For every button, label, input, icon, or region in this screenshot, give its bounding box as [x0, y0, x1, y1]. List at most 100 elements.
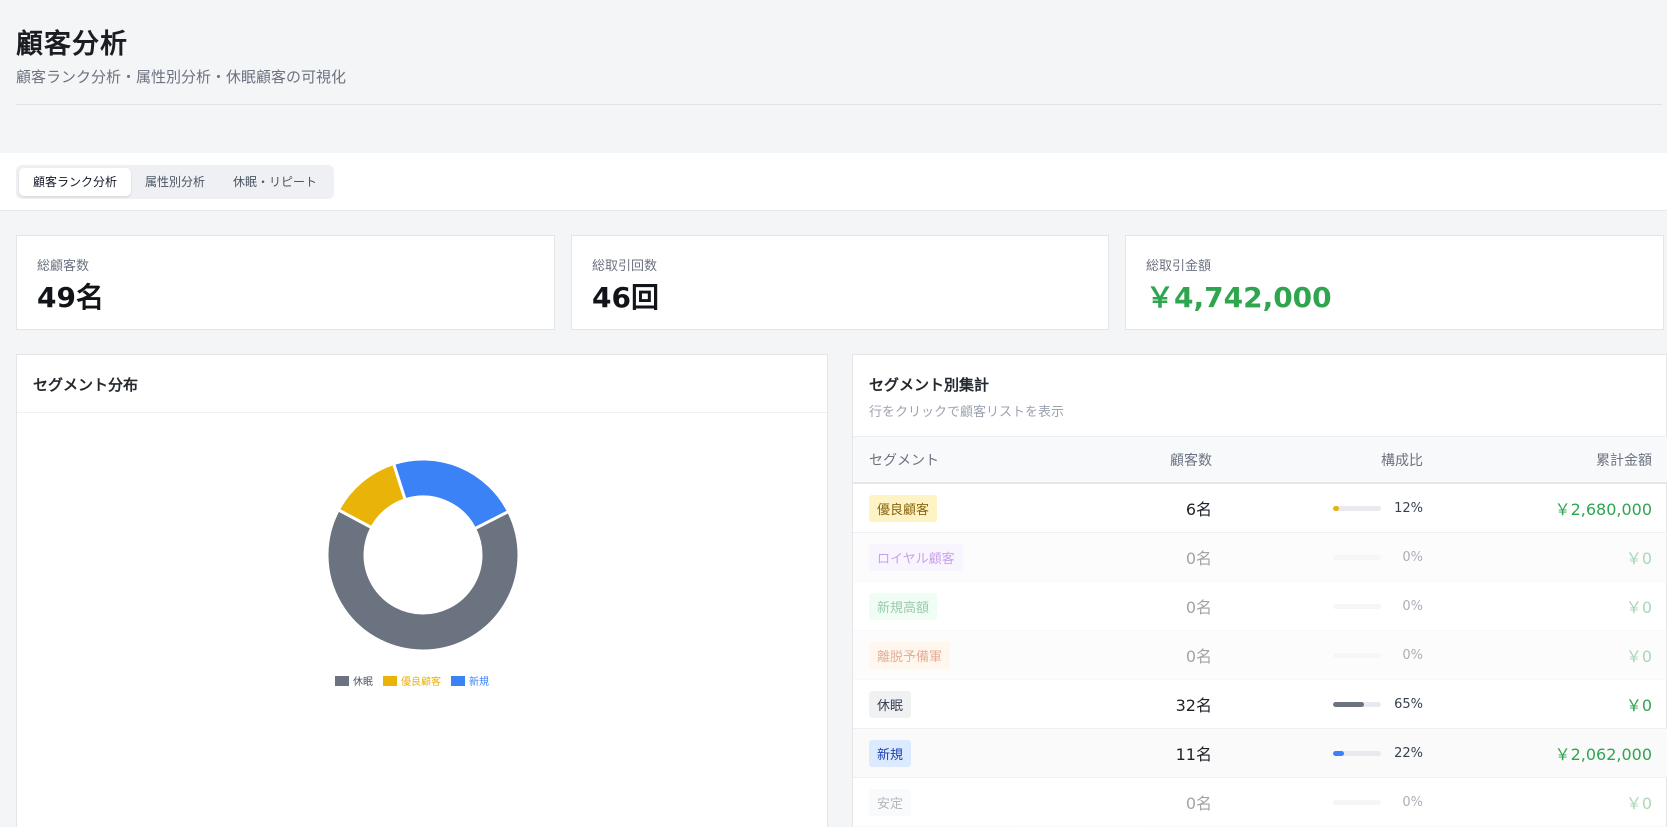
- stat-card-total-transactions: 総取引回数 46回: [571, 235, 1109, 330]
- segment-badge: 新規: [869, 739, 912, 767]
- ratio-bar-fill: [1333, 750, 1344, 756]
- ratio-bar: [1333, 603, 1381, 609]
- page-title: 顧客分析: [16, 29, 128, 60]
- cumulative-amount: ￥0: [1625, 696, 1652, 715]
- legend-item[interactable]: 優良顧客: [383, 673, 441, 688]
- donut-chart: [320, 452, 526, 658]
- cumulative-amount: ￥0: [1625, 549, 1652, 568]
- ratio-bar: [1333, 505, 1381, 511]
- ratio-cell: 0%: [1333, 533, 1423, 581]
- segment-badge: 新規高額: [869, 592, 938, 620]
- donut-chart-svg: [325, 457, 521, 653]
- table-body: 優良顧客 6名 12% ￥2,680,000 ロイヤル顧客 0名 0% ￥0 新規高額 0名 0% ￥…: [853, 484, 1667, 827]
- cumulative-amount: ￥2,062,000: [1554, 745, 1652, 764]
- donut-slice-2[interactable]: [391, 457, 511, 531]
- ratio-cell: 65%: [1333, 680, 1423, 728]
- legend-swatch: [335, 675, 349, 686]
- stat-value: 49名: [37, 281, 104, 314]
- page-header: 顧客分析 顧客ランク分析・属性別分析・休眠顧客の可視化: [16, 0, 1662, 105]
- ratio-bar: [1333, 652, 1381, 658]
- customer-count: 32名: [1175, 696, 1212, 715]
- ratio-bar-fill: [1333, 701, 1365, 707]
- segment-badge: 優良顧客: [869, 494, 938, 522]
- column-header-ratio: 構成比: [1381, 452, 1423, 469]
- legend-label: 新規: [469, 677, 489, 688]
- ratio-text: 65%: [1394, 696, 1423, 712]
- ratio-cell: 12%: [1333, 484, 1423, 532]
- tab-bar: 顧客ランク分析 属性別分析 休眠・リピート: [0, 153, 1667, 211]
- segment-table: セグメント 顧客数 構成比 累計金額 優良顧客 6名 12% ￥2,680,000 ロイ…: [853, 436, 1667, 827]
- cumulative-amount: ￥0: [1625, 794, 1652, 813]
- customer-count: 6名: [1185, 500, 1212, 519]
- segment-distribution-panel: セグメント分布 休眠 優良顧客 新規: [16, 354, 828, 827]
- panel-title: セグメント別集計: [869, 376, 990, 394]
- divider: [17, 412, 827, 413]
- customer-count: 11名: [1175, 745, 1212, 764]
- segment-badge: 安定: [869, 788, 912, 816]
- legend-item[interactable]: 新規: [451, 673, 489, 688]
- segment-cell: 離脱予備軍: [869, 631, 951, 679]
- customer-count: 0名: [1185, 647, 1212, 666]
- ratio-text: 0%: [1402, 598, 1423, 614]
- segment-badge: ロイヤル顧客: [869, 543, 963, 571]
- segment-badge: 休眠: [869, 690, 912, 718]
- column-header-amount: 累計金額: [1596, 452, 1652, 469]
- ratio-cell: 0%: [1333, 778, 1423, 826]
- segment-cell: 新規: [869, 729, 912, 777]
- segment-cell: 安定: [869, 778, 912, 826]
- ratio-cell: 0%: [1333, 631, 1423, 679]
- tab-dormant-repeat[interactable]: 休眠・リピート: [219, 168, 331, 196]
- ratio-cell: 22%: [1333, 729, 1423, 777]
- ratio-text: 22%: [1394, 745, 1423, 761]
- legend-label: 休眠: [353, 677, 373, 688]
- legend-item[interactable]: 休眠: [335, 673, 373, 688]
- column-header-segment: セグメント: [869, 452, 939, 469]
- segment-badge: 離脱予備軍: [869, 641, 951, 669]
- stat-value: ￥4,742,000: [1146, 281, 1332, 314]
- stat-label: 総顧客数: [37, 259, 90, 274]
- stat-label: 総取引回数: [592, 259, 658, 274]
- legend-label: 優良顧客: [401, 677, 441, 688]
- table-row[interactable]: 離脱予備軍 0名 0% ￥0: [853, 631, 1667, 680]
- customer-count: 0名: [1185, 598, 1212, 617]
- stat-card-total-amount: 総取引金額 ￥4,742,000: [1125, 235, 1664, 330]
- page-subtitle: 顧客ランク分析・属性別分析・休眠顧客の可視化: [16, 68, 347, 86]
- ratio-bar: [1333, 554, 1381, 560]
- segment-summary-panel: セグメント別集計 行をクリックで顧客リストを表示 セグメント 顧客数 構成比 累…: [852, 354, 1667, 827]
- cumulative-amount: ￥0: [1625, 647, 1652, 666]
- ratio-cell: 0%: [1333, 582, 1423, 630]
- table-row[interactable]: 優良顧客 6名 12% ￥2,680,000: [853, 484, 1667, 533]
- panel-subtitle: 行をクリックで顧客リストを表示: [869, 405, 1065, 420]
- stat-card-total-customers: 総顧客数 49名: [16, 235, 555, 330]
- legend-swatch: [451, 675, 465, 686]
- cumulative-amount: ￥0: [1625, 598, 1652, 617]
- segment-cell: ロイヤル顧客: [869, 533, 963, 581]
- table-row[interactable]: ロイヤル顧客 0名 0% ￥0: [853, 533, 1667, 582]
- customer-count: 0名: [1185, 794, 1212, 813]
- table-row[interactable]: 安定 0名 0% ￥0: [853, 778, 1667, 827]
- ratio-text: 12%: [1394, 500, 1423, 516]
- chart-legend: 休眠 優良顧客 新規: [335, 673, 489, 688]
- tab-customer-rank[interactable]: 顧客ランク分析: [19, 168, 132, 196]
- customer-count: 0名: [1185, 549, 1212, 568]
- segment-cell: 優良顧客: [869, 484, 938, 532]
- column-header-count: 顧客数: [1170, 452, 1212, 469]
- ratio-text: 0%: [1402, 794, 1423, 810]
- panel-title: セグメント分布: [33, 376, 139, 394]
- ratio-bar: [1333, 750, 1381, 756]
- table-row[interactable]: 新規高額 0名 0% ￥0: [853, 582, 1667, 631]
- legend-swatch: [383, 675, 397, 686]
- tab-group: 顧客ランク分析 属性別分析 休眠・リピート: [16, 165, 335, 199]
- stat-value: 46回: [592, 281, 659, 314]
- donut-slice-0[interactable]: [325, 507, 521, 653]
- table-header: セグメント 顧客数 構成比 累計金額: [853, 436, 1667, 484]
- table-row[interactable]: 休眠 32名 65% ￥0: [853, 680, 1667, 729]
- tab-attribute[interactable]: 属性別分析: [131, 168, 219, 196]
- ratio-bar-fill: [1333, 505, 1339, 511]
- ratio-text: 0%: [1402, 549, 1423, 565]
- ratio-bar: [1333, 701, 1381, 707]
- ratio-text: 0%: [1402, 647, 1423, 663]
- ratio-bar: [1333, 799, 1381, 805]
- table-row[interactable]: 新規 11名 22% ￥2,062,000: [853, 729, 1667, 778]
- stat-label: 総取引金額: [1146, 259, 1212, 274]
